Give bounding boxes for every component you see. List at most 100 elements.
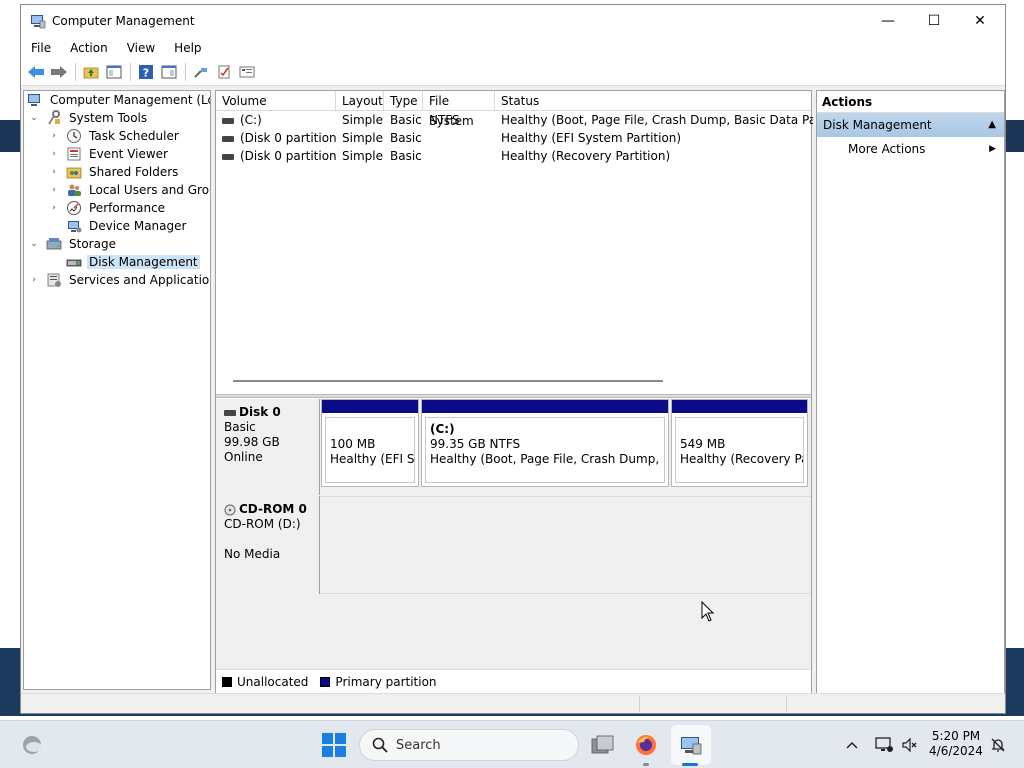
show-hidden-icons-button[interactable] — [840, 733, 864, 757]
actions-section-disk-management[interactable]: Disk Management ▲ — [817, 113, 1004, 137]
tree-item-system-tools[interactable]: ⌄ System Tools — [28, 109, 149, 127]
network-icon — [875, 737, 893, 752]
legend-label-primary-partition: Primary partition — [335, 674, 437, 689]
firefox-icon — [636, 735, 656, 755]
partition-c[interactable]: (C:) 99.35 GB NTFS Healthy (Boot, Page F… — [421, 399, 669, 487]
device-manager-icon — [66, 218, 82, 234]
search-label: Search — [396, 737, 441, 753]
up-one-level-button[interactable] — [80, 61, 102, 83]
collapse-chevron-icon[interactable]: ⌄ — [28, 239, 40, 249]
clock-time: 5:20 PM — [931, 729, 981, 743]
cdrom-icon — [224, 504, 236, 516]
partition-status: Healthy (EFI Sys — [330, 452, 415, 466]
menu-file[interactable]: File — [21, 41, 60, 55]
windows-logo-tile — [335, 733, 346, 744]
speaker-muted-icon — [902, 737, 917, 753]
partition-status: Healthy (Recovery Parti — [680, 452, 803, 466]
partition-size: 549 MB — [680, 437, 726, 451]
collapse-chevron-icon[interactable]: ⌄ — [28, 113, 40, 123]
menu-help[interactable]: Help — [164, 41, 210, 55]
tree-label: Storage — [69, 237, 116, 251]
storage-icon — [46, 236, 62, 252]
partition-size: 100 MB — [330, 437, 376, 451]
forward-button[interactable] — [48, 61, 70, 83]
column-header-file-system[interactable]: File System — [423, 91, 495, 128]
expand-chevron-icon[interactable]: › — [48, 167, 60, 177]
disk-0-label[interactable]: Disk 0 Basic 99.98 GB Online — [216, 399, 320, 495]
volume-row[interactable]: (Disk 0 partition 1) Simple Basic Health… — [216, 129, 811, 147]
tree-item-storage[interactable]: ⌄ Storage — [28, 235, 118, 253]
tree-label: Local Users and Groups — [89, 183, 210, 197]
more-actions-item[interactable]: More Actions ▶ — [817, 137, 1004, 161]
tree-label: Disk Management — [87, 255, 200, 269]
back-button[interactable] — [25, 61, 47, 83]
disk-state: Online — [224, 450, 263, 464]
status-bar-divider — [639, 696, 640, 712]
tree-item-computer-management[interactable]: Computer Management (Local — [27, 91, 210, 109]
volume-row[interactable]: (Disk 0 partition 4) Simple Basic Health… — [216, 147, 811, 165]
pane-splitter[interactable] — [216, 394, 811, 398]
action-pane-icon — [161, 65, 177, 79]
volume-list-horizontal-scrollbar[interactable] — [216, 371, 811, 393]
tree-item-services-and-applications[interactable]: › Services and Applications — [28, 271, 210, 289]
status-bar-divider — [786, 696, 787, 712]
task-view-button[interactable] — [589, 731, 617, 759]
column-header-status[interactable]: Status — [495, 91, 813, 111]
tree-item-local-users-and-groups[interactable]: › Local Users and Groups — [48, 181, 210, 199]
column-header-type[interactable]: Type — [384, 91, 423, 111]
menu-view[interactable]: View — [117, 41, 164, 55]
taskbar-clock[interactable]: 5:20 PM 4/6/2024 — [926, 729, 986, 759]
tree-label: Shared Folders — [89, 165, 179, 179]
cdrom-0-label[interactable]: CD-ROM 0 CD-ROM (D:) No Media — [216, 496, 320, 594]
expand-chevron-icon[interactable]: › — [28, 275, 40, 285]
volume-file-system — [423, 129, 495, 147]
expand-chevron-icon[interactable]: › — [48, 185, 60, 195]
scrollbar-thumb[interactable] — [233, 380, 663, 382]
tree-item-disk-management[interactable]: Disk Management — [48, 253, 200, 271]
folder-up-icon — [83, 67, 99, 79]
connect-icon — [194, 68, 207, 78]
expand-chevron-icon[interactable]: › — [48, 131, 60, 141]
disk-type: Basic — [224, 420, 256, 434]
help-button[interactable]: ? — [135, 61, 157, 83]
search-icon — [372, 737, 388, 753]
show-hide-console-tree-button[interactable] — [103, 61, 125, 83]
tree-item-performance[interactable]: › Performance — [48, 199, 167, 217]
computer-management-taskbar-button[interactable] — [677, 731, 705, 759]
volume-row[interactable]: (C:) Simple Basic NTFS Healthy (Boot, Pa… — [216, 111, 813, 129]
expand-chevron-icon[interactable]: › — [48, 149, 60, 159]
tree-item-event-viewer[interactable]: › Event Viewer — [48, 145, 170, 163]
maximize-button[interactable]: ☐ — [911, 5, 957, 37]
column-header-volume[interactable]: Volume — [216, 91, 336, 111]
partition-efi[interactable]: 100 MB Healthy (EFI Sys — [321, 399, 419, 487]
primary-partition-bar — [422, 400, 668, 413]
tree-item-shared-folders[interactable]: › Shared Folders — [48, 163, 180, 181]
weather-widget-icon[interactable] — [20, 733, 44, 757]
tree-item-device-manager[interactable]: Device Manager — [48, 217, 188, 235]
windows-logo-tile — [335, 746, 346, 757]
network-button[interactable] — [872, 733, 896, 757]
start-button[interactable] — [322, 733, 346, 757]
column-header-layout[interactable]: Layout — [336, 91, 384, 111]
notifications-button[interactable] — [986, 733, 1010, 757]
connect-button[interactable] — [190, 61, 212, 83]
partition-recovery[interactable]: 549 MB Healthy (Recovery Parti — [671, 399, 808, 487]
actions-section-label: Disk Management — [823, 118, 932, 132]
collapse-arrow-icon[interactable]: ▲ — [988, 113, 996, 137]
taskbar-search-box[interactable]: Search — [359, 729, 579, 761]
firefox-taskbar-button[interactable] — [632, 731, 660, 759]
close-button[interactable]: ✕ — [957, 5, 1003, 37]
properties-button[interactable] — [236, 61, 258, 83]
expand-chevron-icon[interactable]: › — [48, 203, 60, 213]
menu-action[interactable]: Action — [60, 41, 117, 55]
title-bar[interactable]: Computer Management — ☐ ✕ — [21, 5, 1005, 37]
disk-size: 99.98 GB — [224, 435, 280, 449]
tree-item-task-scheduler[interactable]: › Task Scheduler — [48, 127, 181, 145]
partition-title: (C:) — [430, 422, 455, 436]
minimize-button[interactable]: — — [865, 5, 911, 37]
volume-button[interactable] — [898, 733, 922, 757]
check-button[interactable] — [213, 61, 235, 83]
cdrom-type: CD-ROM (D:) — [224, 517, 301, 531]
show-hide-action-pane-button[interactable] — [158, 61, 180, 83]
shared-folder-icon — [66, 164, 82, 180]
